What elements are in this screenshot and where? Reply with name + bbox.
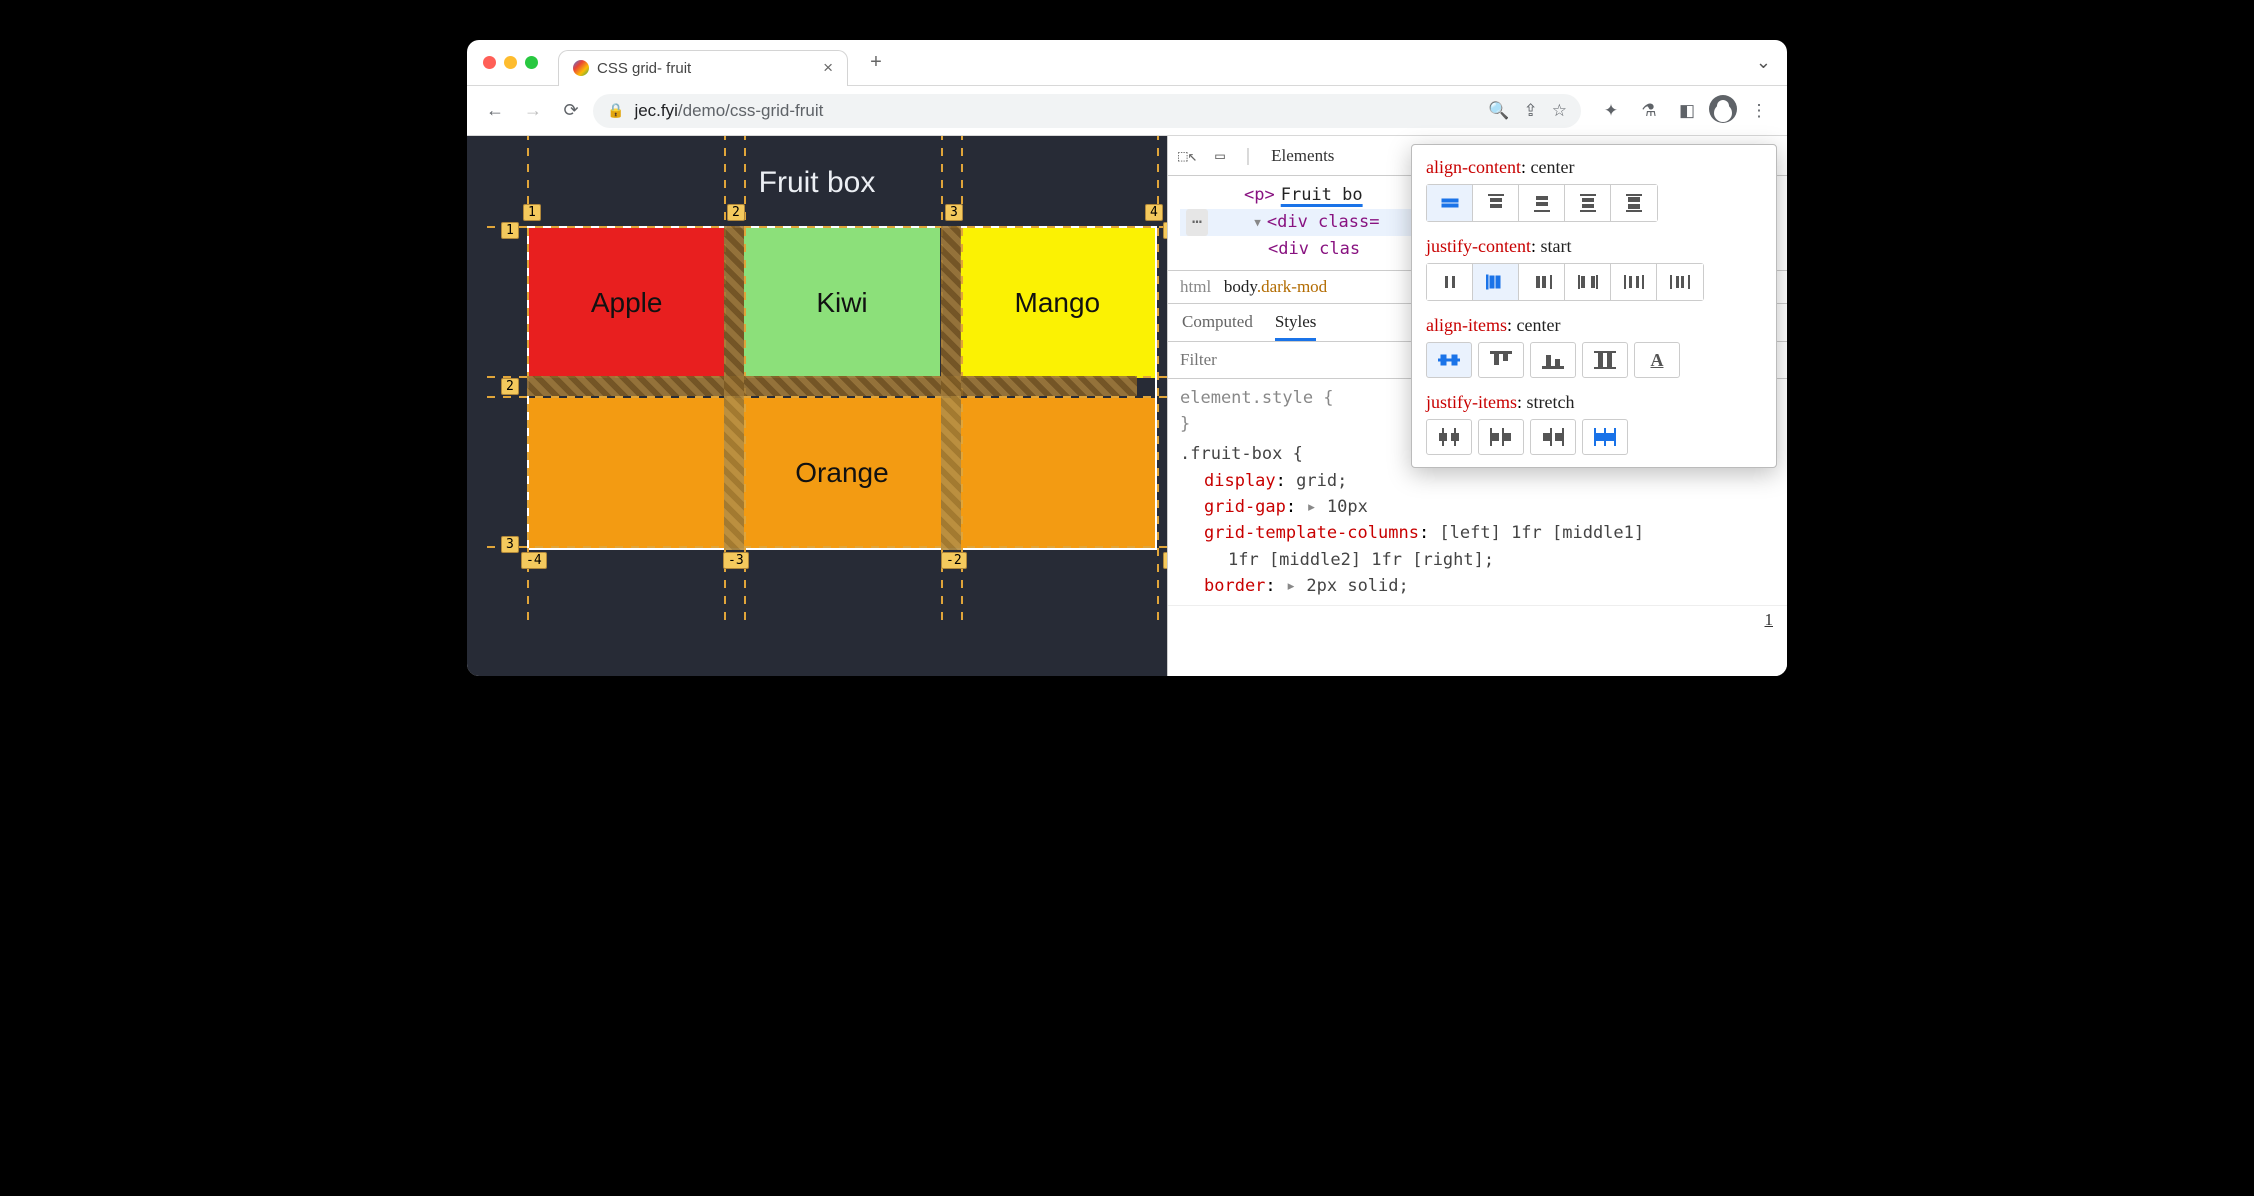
grid-cell-orange: Orange [529, 398, 1155, 548]
toolbar-actions: ✦ ⚗ ◧ ⋮ [1595, 95, 1775, 127]
justify-content-space-around-button[interactable] [1611, 264, 1657, 300]
expand-icon[interactable]: ▼ [1254, 214, 1261, 232]
back-button[interactable]: ← [479, 95, 511, 127]
grid-col-label: -3 [723, 552, 749, 569]
justify-content-center-button[interactable] [1427, 264, 1473, 300]
align-content-center-button[interactable] [1427, 185, 1473, 221]
align-items-start-button[interactable] [1478, 342, 1524, 378]
grid-cell-mango: Mango [960, 228, 1155, 378]
justify-items-center-button[interactable] [1426, 419, 1472, 455]
tab-elements[interactable]: Elements [1271, 146, 1334, 166]
source-link[interactable]: 1 [1168, 605, 1787, 634]
align-items-end-button[interactable] [1530, 342, 1576, 378]
ellipsis-icon[interactable]: ⋯ [1186, 209, 1208, 236]
browser-window: CSS grid- fruit × + ⌄ ← → ⟳ 🔒 jec.fyi/de… [467, 40, 1787, 676]
align-items-center-button[interactable] [1426, 342, 1472, 378]
profile-avatar[interactable] [1709, 95, 1737, 123]
tab-computed[interactable]: Computed [1182, 312, 1253, 341]
grid-row-label: 3 [501, 536, 519, 553]
grid-cell-apple: Apple [529, 228, 724, 378]
grid-col-label: 3 [945, 204, 963, 221]
share-icon[interactable]: ⇪ [1524, 101, 1538, 121]
new-tab-button[interactable]: + [862, 49, 890, 77]
traffic-lights [483, 56, 538, 69]
grid-col-label: -2 [941, 552, 967, 569]
address-bar[interactable]: 🔒 jec.fyi/demo/css-grid-fruit 🔍 ⇪ ☆ [593, 94, 1581, 128]
url-path: /demo/css-grid-fruit [678, 101, 823, 120]
grid-editor-popup: align-content: center justify-content: s… [1411, 144, 1777, 468]
grid-col-label: 2 [727, 204, 745, 221]
grid-col-label: 1 [523, 204, 541, 221]
grid-col-label: -4 [521, 552, 547, 569]
grid-row-label: 2 [501, 378, 519, 395]
rendered-page: Fruit box 1 2 [467, 136, 1167, 676]
popup-row-align-items: align-items: center A [1426, 315, 1762, 378]
align-content-end-button[interactable] [1519, 185, 1565, 221]
justify-items-end-button[interactable] [1530, 419, 1576, 455]
sidepanel-icon[interactable]: ◧ [1671, 95, 1703, 127]
tab-styles[interactable]: Styles [1275, 312, 1317, 341]
justify-content-space-between-button[interactable] [1565, 264, 1611, 300]
device-icon[interactable]: ▭ [1215, 146, 1225, 165]
justify-content-end-button[interactable] [1519, 264, 1565, 300]
align-items-baseline-button[interactable]: A [1634, 342, 1680, 378]
close-window-icon[interactable] [483, 56, 496, 69]
titlebar: CSS grid- fruit × + ⌄ [467, 40, 1787, 86]
labs-icon[interactable]: ⚗ [1633, 95, 1665, 127]
popup-row-justify-items: justify-items: stretch [1426, 392, 1762, 455]
browser-tab[interactable]: CSS grid- fruit × [558, 50, 848, 86]
grid-col-label: 4 [1145, 204, 1163, 221]
align-items-stretch-button[interactable] [1582, 342, 1628, 378]
grid-cell-kiwi: Kiwi [744, 228, 939, 378]
favicon-icon [573, 60, 589, 76]
grid-row-label: 1 [501, 222, 519, 239]
devtools-panel: ⬚↖ ▭ | Elements <p>Fruit bo ⋯ ▼ <div cla… [1167, 136, 1787, 676]
forward-button: → [517, 95, 549, 127]
tabs-menu-icon[interactable]: ⌄ [1756, 52, 1771, 73]
justify-items-start-button[interactable] [1478, 419, 1524, 455]
star-icon[interactable]: ☆ [1552, 101, 1567, 121]
content-area: Fruit box 1 2 [467, 136, 1787, 676]
grid-overlay-wrap: 1 2 3 4 1 2 3 -1 -1 -4 -3 -2 Apple Kiwi … [527, 226, 1137, 550]
menu-icon[interactable]: ⋮ [1743, 95, 1775, 127]
zoom-icon[interactable]: 🔍 [1488, 101, 1509, 121]
reload-button[interactable]: ⟳ [555, 95, 587, 127]
align-content-stretch-button[interactable] [1611, 185, 1657, 221]
url-host: jec.fyi [634, 101, 677, 120]
justify-items-stretch-button[interactable] [1582, 419, 1628, 455]
popup-row-justify-content: justify-content: start [1426, 236, 1762, 301]
inspect-icon[interactable]: ⬚↖ [1178, 146, 1197, 165]
align-content-start-button[interactable] [1473, 185, 1519, 221]
page-title: Fruit box [497, 146, 1137, 220]
popup-row-align-content: align-content: center [1426, 157, 1762, 222]
justify-content-start-button[interactable] [1473, 264, 1519, 300]
align-content-space-around-button[interactable] [1565, 185, 1611, 221]
tab-close-icon[interactable]: × [823, 58, 833, 78]
minimize-window-icon[interactable] [504, 56, 517, 69]
maximize-window-icon[interactable] [525, 56, 538, 69]
extensions-icon[interactable]: ✦ [1595, 95, 1627, 127]
tab-title: CSS grid- fruit [597, 60, 691, 77]
toolbar: ← → ⟳ 🔒 jec.fyi/demo/css-grid-fruit 🔍 ⇪ … [467, 86, 1787, 136]
lock-icon: 🔒 [607, 102, 624, 119]
justify-content-space-evenly-button[interactable] [1657, 264, 1703, 300]
